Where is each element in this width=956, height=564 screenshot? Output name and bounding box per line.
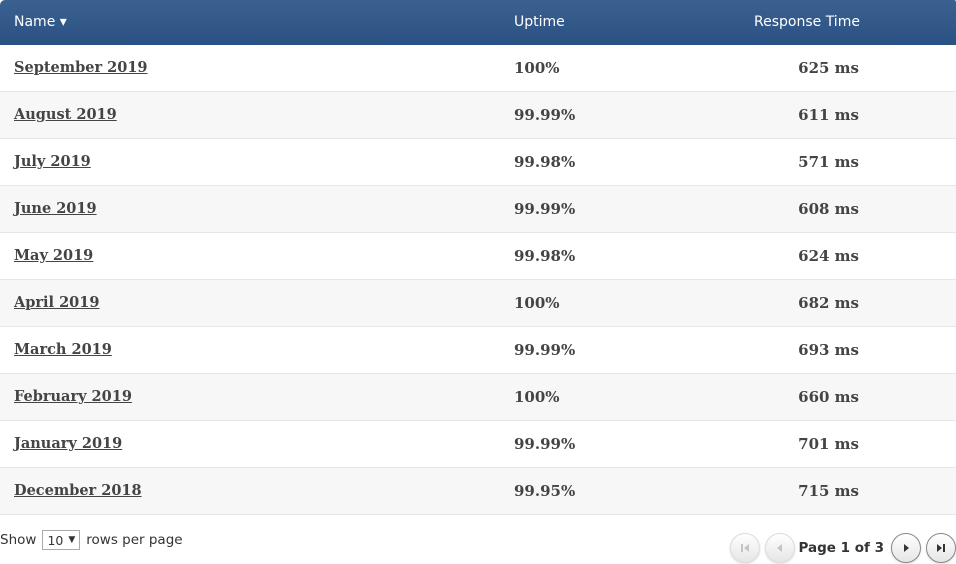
chevron-down-icon: ▼	[68, 535, 76, 545]
response-time-cell: 682 ms	[798, 294, 859, 312]
show-label: Show	[0, 532, 37, 548]
previous-page-icon	[776, 544, 782, 552]
month-link[interactable]: June 2019	[14, 200, 97, 217]
table-row: September 2019 100% 625 ms	[0, 45, 956, 92]
response-time-cell: 693 ms	[798, 341, 859, 359]
table-footer: Show 10 ▼ rows per page Page 1 of 3	[0, 515, 956, 563]
month-link[interactable]: September 2019	[14, 59, 148, 76]
rows-per-page-value: 10	[47, 532, 64, 548]
first-page-icon	[740, 544, 749, 552]
month-link[interactable]: May 2019	[14, 247, 93, 264]
response-time-cell: 660 ms	[798, 388, 859, 406]
month-link[interactable]: March 2019	[14, 341, 112, 358]
table-body: September 2019 100% 625 ms August 2019 99.99…	[0, 45, 956, 515]
uptime-cell: 99.98%	[514, 247, 576, 265]
response-time-cell: 625 ms	[798, 59, 859, 77]
uptime-table: Name ▾ Uptime Response Time September 20…	[0, 0, 956, 515]
response-time-cell: 701 ms	[798, 435, 859, 453]
uptime-cell: 100%	[514, 294, 560, 312]
next-page-button[interactable]	[891, 533, 921, 563]
rows-per-page-control: Show 10 ▼ rows per page	[0, 530, 183, 550]
table-header: Name ▾ Uptime Response Time	[0, 0, 956, 45]
table-row: December 2018 99.95% 715 ms	[0, 468, 956, 515]
month-link[interactable]: February 2019	[14, 388, 132, 405]
month-link[interactable]: July 2019	[14, 153, 91, 170]
page-info: Page 1 of 3	[798, 540, 885, 556]
uptime-cell: 99.99%	[514, 200, 576, 218]
table-row: July 2019 99.98% 571 ms	[0, 139, 956, 186]
table-row: May 2019 99.98% 624 ms	[0, 233, 956, 280]
table-row: June 2019 99.99% 608 ms	[0, 186, 956, 233]
next-page-icon	[904, 544, 909, 552]
uptime-cell: 99.95%	[514, 482, 576, 500]
table-row: March 2019 99.99% 693 ms	[0, 327, 956, 374]
previous-page-button[interactable]	[764, 533, 795, 563]
table-row: January 2019 99.99% 701 ms	[0, 421, 956, 468]
first-page-button[interactable]	[729, 533, 760, 563]
last-page-icon	[937, 544, 945, 552]
response-time-cell: 624 ms	[798, 247, 859, 265]
uptime-cell: 99.99%	[514, 435, 576, 453]
column-header-name[interactable]: Name ▾	[14, 14, 67, 30]
uptime-cell: 99.99%	[514, 106, 576, 124]
month-link[interactable]: August 2019	[14, 106, 117, 123]
uptime-cell: 99.98%	[514, 153, 576, 171]
month-link[interactable]: December 2018	[14, 482, 142, 499]
response-time-cell: 608 ms	[798, 200, 859, 218]
table-row: April 2019 100% 682 ms	[0, 280, 956, 327]
column-header-uptime[interactable]: Uptime	[514, 14, 565, 30]
table-row: August 2019 99.99% 611 ms	[0, 92, 956, 139]
last-page-button[interactable]	[926, 533, 956, 563]
column-header-response-time[interactable]: Response Time	[754, 14, 860, 30]
rows-per-page-label: rows per page	[86, 532, 183, 548]
rows-per-page-select[interactable]: 10 ▼	[42, 530, 81, 550]
response-time-cell: 715 ms	[798, 482, 859, 500]
response-time-cell: 571 ms	[798, 153, 859, 171]
uptime-cell: 100%	[514, 59, 560, 77]
response-time-cell: 611 ms	[798, 106, 859, 124]
table-row: February 2019 100% 660 ms	[0, 374, 956, 421]
month-link[interactable]: January 2019	[14, 435, 122, 452]
month-link[interactable]: April 2019	[14, 294, 99, 311]
pagination: Page 1 of 3	[729, 533, 956, 563]
uptime-cell: 100%	[514, 388, 560, 406]
uptime-cell: 99.99%	[514, 341, 576, 359]
